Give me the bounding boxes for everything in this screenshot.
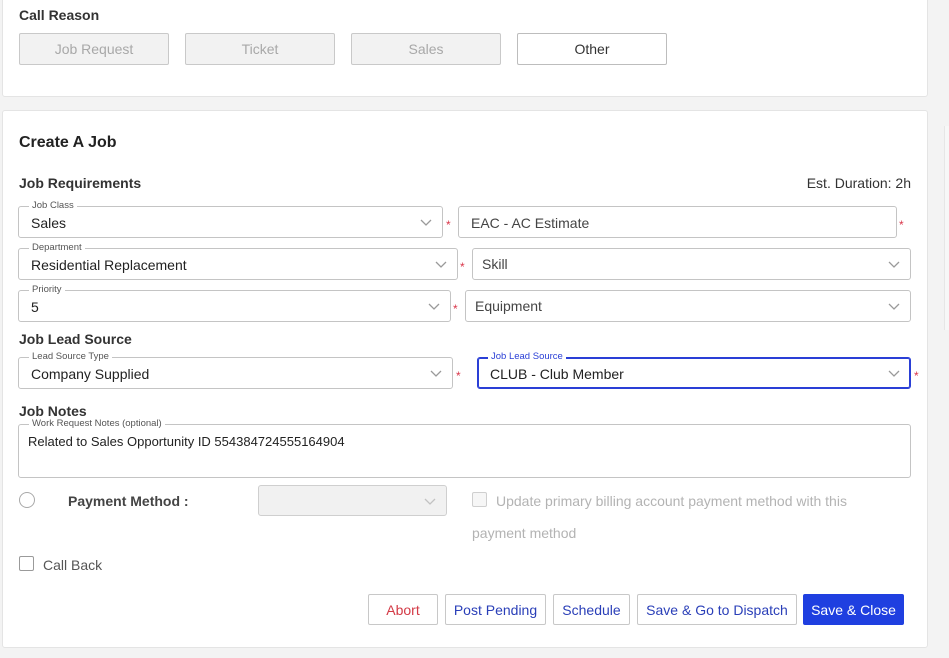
lead-source-type-value: Company Supplied bbox=[31, 366, 150, 382]
abort-button[interactable]: Abort bbox=[368, 594, 438, 625]
job-class-label: Job Class bbox=[29, 200, 77, 212]
chevron-down-icon bbox=[888, 370, 900, 377]
payment-method-label: Payment Method : bbox=[68, 493, 189, 509]
update-payment-text-line2: payment method bbox=[472, 525, 577, 541]
reason-sales-button[interactable]: Sales bbox=[351, 33, 501, 65]
job-class-select[interactable]: Job Class Sales bbox=[18, 200, 443, 238]
save-close-button[interactable]: Save & Close bbox=[803, 594, 904, 625]
department-select[interactable]: Department Residential Replacement bbox=[18, 242, 458, 280]
est-duration: Est. Duration: 2h bbox=[806, 175, 911, 191]
side-panel-edge bbox=[944, 126, 949, 330]
job-lead-source-value: CLUB - Club Member bbox=[490, 366, 624, 382]
post-pending-button[interactable]: Post Pending bbox=[445, 594, 546, 625]
work-request-notes-textarea[interactable]: Work Request Notes (optional) Related to… bbox=[18, 418, 911, 478]
required-marker: * bbox=[460, 260, 465, 274]
required-marker: * bbox=[456, 369, 461, 383]
chevron-down-icon bbox=[888, 303, 900, 310]
priority-select[interactable]: Priority 5 bbox=[18, 284, 451, 322]
payment-method-radio[interactable] bbox=[19, 492, 35, 508]
job-notes-title: Job Notes bbox=[19, 403, 87, 419]
department-value: Residential Replacement bbox=[31, 257, 187, 273]
chevron-down-icon bbox=[428, 303, 440, 310]
equipment-select[interactable]: Equipment bbox=[465, 290, 911, 322]
work-request-notes-value: Related to Sales Opportunity ID 55438472… bbox=[28, 434, 345, 449]
chevron-down-icon bbox=[420, 219, 432, 226]
priority-value: 5 bbox=[31, 299, 39, 315]
chevron-down-icon bbox=[424, 498, 436, 505]
schedule-button[interactable]: Schedule bbox=[553, 594, 630, 625]
job-class-value: Sales bbox=[31, 215, 67, 231]
department-label: Department bbox=[29, 242, 85, 254]
required-marker: * bbox=[899, 218, 904, 232]
call-reason-title: Call Reason bbox=[19, 7, 100, 23]
reason-job-request-button[interactable]: Job Request bbox=[19, 33, 169, 65]
skill-select[interactable]: Skill bbox=[472, 248, 911, 280]
call-back-checkbox[interactable] bbox=[19, 556, 34, 571]
job-requirements-title: Job Requirements bbox=[19, 175, 142, 191]
reason-other-button[interactable]: Other bbox=[517, 33, 667, 65]
required-marker: * bbox=[446, 218, 451, 232]
update-payment-checkbox[interactable] bbox=[472, 492, 487, 507]
job-type-field[interactable]: EAC - AC Estimate bbox=[458, 206, 897, 238]
priority-label: Priority bbox=[29, 284, 65, 296]
chevron-down-icon bbox=[888, 261, 900, 268]
reason-ticket-button[interactable]: Ticket bbox=[185, 33, 335, 65]
save-go-to-dispatch-button[interactable]: Save & Go to Dispatch bbox=[637, 594, 797, 625]
create-job-title: Create A Job bbox=[19, 134, 117, 151]
job-lead-source-label: Job Lead Source bbox=[488, 351, 566, 363]
job-lead-source-title: Job Lead Source bbox=[19, 331, 132, 347]
payment-method-select[interactable] bbox=[258, 485, 447, 516]
update-payment-text-line1: Update primary billing account payment m… bbox=[496, 493, 847, 509]
job-type-value: EAC - AC Estimate bbox=[471, 215, 590, 231]
lead-source-type-select[interactable]: Lead Source Type Company Supplied bbox=[18, 351, 453, 389]
chevron-down-icon bbox=[435, 261, 447, 268]
equipment-placeholder: Equipment bbox=[475, 298, 542, 314]
work-request-notes-label: Work Request Notes (optional) bbox=[29, 418, 165, 430]
chevron-down-icon bbox=[430, 370, 442, 377]
required-marker: * bbox=[914, 369, 919, 383]
lead-source-type-label: Lead Source Type bbox=[29, 351, 112, 363]
skill-placeholder: Skill bbox=[482, 256, 508, 272]
required-marker: * bbox=[453, 302, 458, 316]
call-back-label: Call Back bbox=[43, 557, 103, 573]
job-lead-source-select[interactable]: Job Lead Source CLUB - Club Member bbox=[477, 351, 911, 389]
